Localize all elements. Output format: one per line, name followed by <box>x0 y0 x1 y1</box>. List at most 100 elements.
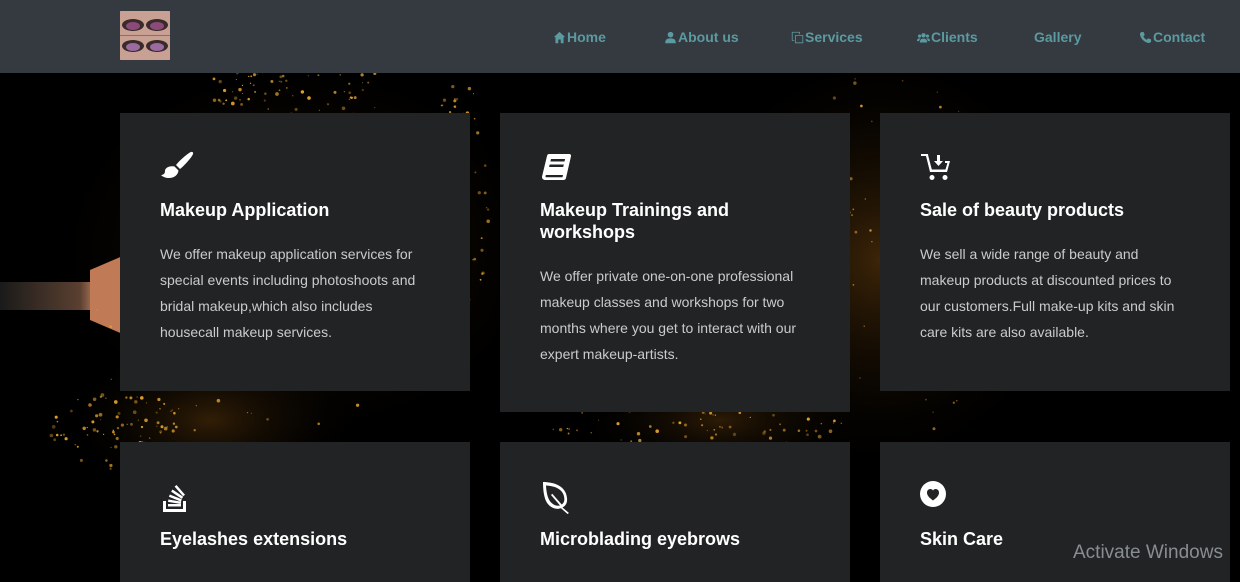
sparkle <box>285 79 288 83</box>
sparkle <box>223 88 227 93</box>
sparkle <box>701 424 704 427</box>
sparkle <box>102 433 105 436</box>
sparkle <box>481 272 484 275</box>
sparkle <box>714 414 717 416</box>
sparkle <box>348 82 351 85</box>
sparkle <box>854 78 856 80</box>
sparkle <box>212 77 216 81</box>
sparkle <box>212 98 217 102</box>
sparkle <box>483 164 487 167</box>
sparkle <box>901 79 904 82</box>
sparkle <box>476 131 480 135</box>
sparkle <box>721 426 724 429</box>
brush-icon <box>160 151 194 185</box>
sparkle <box>112 430 115 434</box>
sparkle <box>279 75 283 79</box>
sparkle <box>859 377 861 379</box>
sparkle <box>797 429 801 432</box>
sparkle <box>112 429 115 432</box>
sparkle <box>62 433 66 436</box>
sparkle <box>616 422 620 426</box>
sparkle <box>852 284 855 286</box>
sparkle <box>79 458 83 462</box>
sparkle <box>474 171 477 174</box>
leaf-icon <box>540 480 574 514</box>
sparkle <box>952 401 955 404</box>
sparkle <box>86 426 88 429</box>
sparkle <box>567 432 570 435</box>
sparkle <box>266 417 269 421</box>
sparkle <box>115 436 119 441</box>
sparkle <box>56 420 59 423</box>
sparkle <box>712 414 714 416</box>
sparkle <box>817 434 822 439</box>
nav-about[interactable]: About us <box>664 27 739 47</box>
sparkle <box>713 428 716 431</box>
nav-services[interactable]: Services <box>791 27 863 47</box>
sparkle <box>166 426 168 428</box>
sparkle <box>348 91 352 95</box>
sparkle <box>110 446 112 448</box>
cart-download-icon <box>920 151 954 185</box>
sparkle <box>92 397 97 402</box>
service-card-eyelashes: Eyelashes extensions <box>120 442 470 582</box>
sparkle <box>177 408 180 410</box>
sparkle <box>559 428 563 432</box>
sparkle <box>479 278 482 281</box>
sparkle <box>453 99 457 103</box>
sparkle <box>116 426 120 430</box>
sparkle <box>74 443 77 446</box>
sparkle <box>171 409 173 411</box>
sparkle <box>159 408 161 410</box>
sparkle <box>275 92 279 96</box>
nav-contact-label: Contact <box>1153 29 1206 45</box>
sparkle <box>869 229 872 232</box>
sparkle <box>706 429 709 432</box>
sparkle <box>117 411 121 415</box>
user-icon <box>665 31 676 43</box>
sparkle <box>216 398 221 403</box>
sparkle <box>263 99 266 102</box>
copy-icon <box>791 31 804 43</box>
sparkle <box>256 73 258 75</box>
sparkle <box>96 430 99 433</box>
windows-activation-watermark: Activate Windows <box>1073 542 1223 563</box>
sparkle <box>98 412 103 417</box>
service-description: We offer makeup application services for… <box>160 246 416 340</box>
sparkle <box>247 97 250 101</box>
nav-gallery[interactable]: Gallery <box>1034 27 1081 47</box>
sparkle <box>832 96 836 100</box>
sparkle <box>374 106 376 109</box>
sparkle <box>249 82 252 85</box>
sparkle <box>136 396 138 398</box>
sparkle <box>171 429 175 433</box>
nav-home[interactable]: Home <box>553 27 606 47</box>
sparkle <box>140 425 144 429</box>
sparkle <box>49 433 54 438</box>
sparkle <box>782 428 786 432</box>
nav-contact[interactable]: Contact <box>1139 27 1205 47</box>
service-card-beauty-products: Sale of beauty products We sell a wide r… <box>880 113 1230 391</box>
sparkle <box>159 432 162 434</box>
sparkle <box>156 421 160 425</box>
sparkle <box>193 429 196 432</box>
sparkle <box>714 433 718 436</box>
sparkle <box>235 78 238 81</box>
sparkle <box>853 81 857 85</box>
sparkle <box>76 445 79 448</box>
nav-gallery-label: Gallery <box>1034 29 1082 45</box>
sparkle <box>957 110 960 113</box>
sparkle <box>552 428 555 431</box>
book-icon <box>540 151 574 185</box>
nav-home-label: Home <box>567 29 606 45</box>
sparkle <box>772 413 775 417</box>
sparkle <box>86 434 89 436</box>
nav-clients[interactable]: Clients <box>917 27 978 47</box>
sparkle <box>763 430 766 433</box>
sparkle <box>163 426 168 431</box>
sparkle <box>240 102 244 106</box>
sparkle <box>341 106 346 111</box>
sparkle <box>936 91 938 93</box>
sparkle <box>100 419 102 421</box>
sparkle <box>252 73 257 77</box>
